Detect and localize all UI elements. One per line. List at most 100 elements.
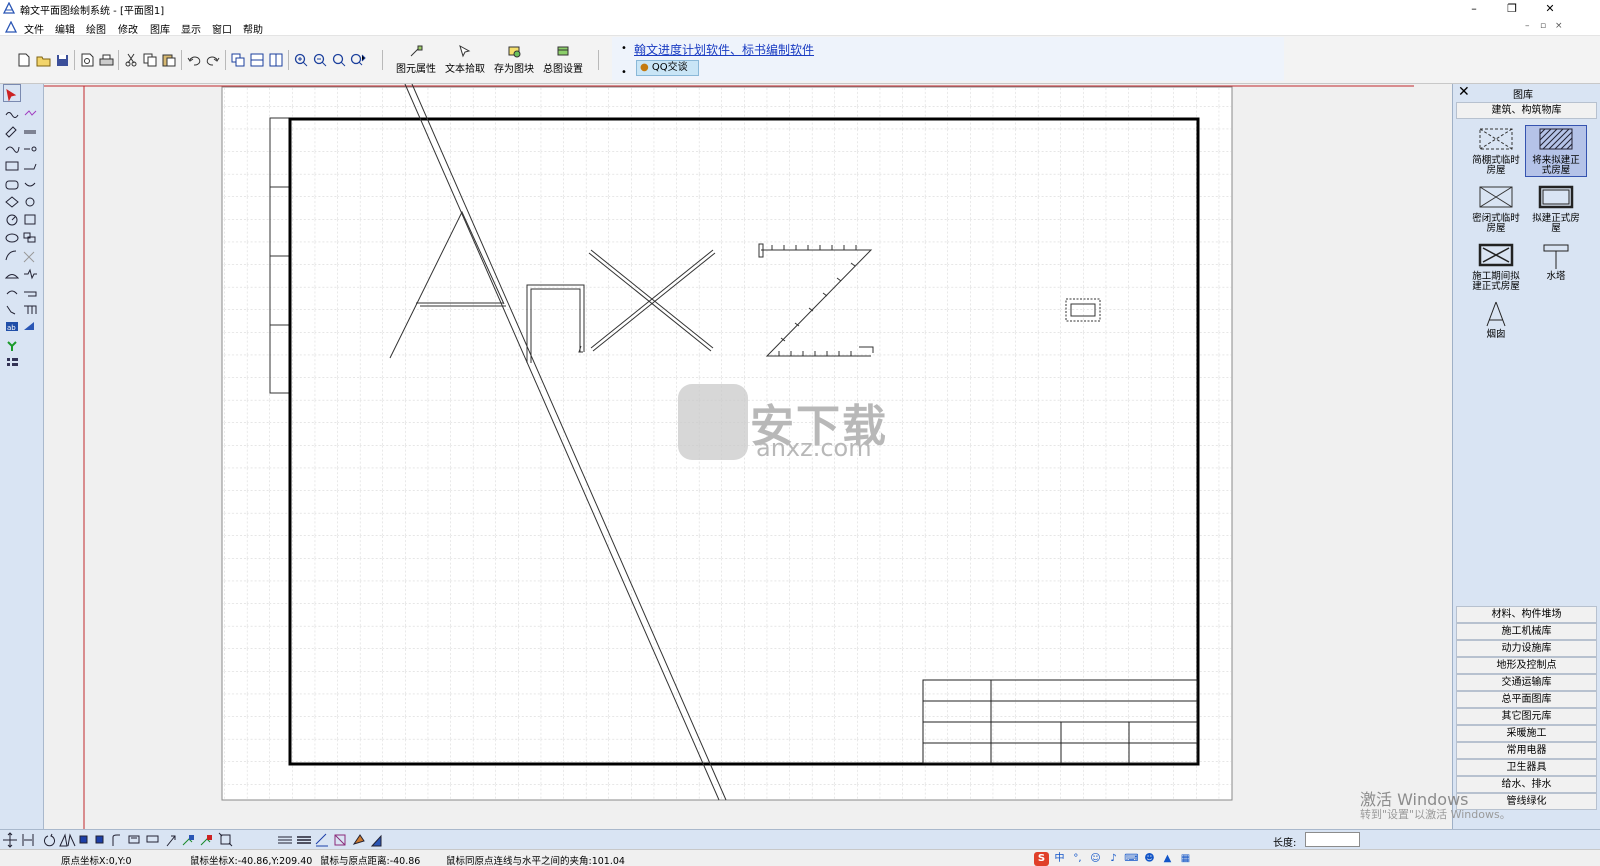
library-category-materials[interactable]: 材料、构件堆场 [1456, 606, 1597, 623]
product-link[interactable]: 翰文进度计划软件、标书编制软件 [634, 41, 814, 58]
zoom-out-icon[interactable] [312, 52, 328, 68]
menu-edit[interactable]: 编辑 [55, 21, 75, 36]
half-ellipse-tool[interactable] [4, 284, 20, 300]
move-tool[interactable] [3, 832, 19, 848]
library-item-temp-house[interactable]: 简棚式临时 房屋 [1466, 126, 1526, 176]
sector-tool[interactable] [4, 266, 20, 282]
menu-draw[interactable]: 绘图 [86, 21, 106, 36]
mdi-restore-button[interactable]: ▫ [1540, 21, 1546, 31]
arc-band-tool[interactable] [22, 176, 38, 192]
mdi-close-button[interactable]: × [1555, 21, 1563, 31]
freehand-tool[interactable] [22, 104, 38, 120]
drawing-canvas[interactable]: 安下载 anxz.com [44, 84, 1452, 829]
trim-tool[interactable] [217, 832, 233, 848]
print-icon[interactable] [98, 52, 114, 68]
library-category-heating[interactable]: 采暖施工 [1456, 725, 1597, 742]
save-icon[interactable] [54, 52, 70, 68]
microphone-icon[interactable]: ♪ [1106, 852, 1121, 866]
library-close-button[interactable]: ✕ [1458, 84, 1472, 100]
arrow-line-tool[interactable] [22, 158, 38, 174]
library-category-transport[interactable]: 交通运输库 [1456, 674, 1597, 691]
line-color-tool[interactable] [313, 832, 329, 848]
menu-view[interactable]: 显示 [181, 21, 201, 36]
text-tool[interactable] [4, 320, 20, 336]
menu-library[interactable]: 图库 [150, 21, 170, 36]
ellipse-tool[interactable] [4, 230, 20, 246]
minimize-button[interactable]: – [1455, 0, 1493, 18]
open-folder-icon[interactable] [35, 52, 51, 68]
library-category-buildings[interactable]: 建筑、构筑物库 [1456, 102, 1597, 119]
scale-tool[interactable] [76, 832, 92, 848]
library-category-other[interactable]: 其它图元库 [1456, 708, 1597, 725]
layer-list-icon[interactable] [4, 356, 20, 372]
break-tool[interactable] [144, 832, 160, 848]
select-tool[interactable] [3, 84, 21, 102]
spline-tool[interactable] [4, 302, 20, 318]
extend-tool[interactable] [164, 832, 180, 848]
library-category-water[interactable]: 给水、排水 [1456, 776, 1597, 793]
bring-front-tool[interactable] [180, 832, 196, 848]
undo-icon[interactable] [186, 52, 202, 68]
hatch-tool[interactable] [332, 832, 348, 848]
send-back-tool[interactable] [198, 832, 214, 848]
site-settings-button[interactable]: 总图设置 [539, 44, 587, 78]
line-width-tool[interactable] [295, 832, 311, 848]
rounded-rect-tool[interactable] [4, 176, 20, 192]
library-item-closed-temp-house[interactable]: 密闭式临时 房屋 [1466, 184, 1526, 234]
delete-tool[interactable] [22, 248, 38, 264]
rotate-tool[interactable] [40, 832, 56, 848]
curve-tool[interactable] [4, 140, 20, 156]
dimension-tool[interactable] [22, 284, 38, 300]
fill-tool[interactable] [22, 320, 38, 336]
library-category-terrain[interactable]: 地形及控制点 [1456, 657, 1597, 674]
new-file-icon[interactable] [16, 52, 32, 68]
double-line-tool[interactable] [22, 122, 38, 138]
diamond-tool[interactable] [4, 194, 20, 210]
stretch-tool[interactable] [20, 832, 36, 848]
chinese-mode-icon[interactable]: 中 [1052, 852, 1067, 866]
cascade-windows-icon[interactable] [230, 52, 246, 68]
wave-line-tool[interactable] [22, 266, 38, 282]
restore-button[interactable]: ❐ [1493, 0, 1531, 18]
radius-circle-tool[interactable] [4, 212, 20, 228]
arc-tool[interactable] [4, 248, 20, 264]
table-tool[interactable] [22, 302, 38, 318]
sogou-ime-icon[interactable]: S [1034, 851, 1049, 866]
cut-icon[interactable] [123, 52, 139, 68]
person-icon[interactable] [4, 338, 20, 354]
mdi-minimize-button[interactable]: – [1525, 21, 1530, 31]
text-pick-button[interactable]: 文本拾取 [441, 44, 489, 78]
fill-color-tool[interactable] [370, 832, 386, 848]
library-category-sanitary[interactable]: 卫生器具 [1456, 759, 1597, 776]
copy-icon[interactable] [142, 52, 158, 68]
tile-vertical-icon[interactable] [268, 52, 284, 68]
user-icon[interactable]: ☻ [1142, 852, 1157, 866]
block-tool[interactable] [22, 230, 38, 246]
library-item-construction-house[interactable]: 施工期间拟 建正式房屋 [1466, 242, 1526, 292]
paste-icon[interactable] [161, 52, 177, 68]
menu-help[interactable]: 帮助 [243, 21, 263, 36]
library-item-proposed-house[interactable]: 拟建正式房屋 [1526, 184, 1586, 234]
keyboard-icon[interactable]: ⌨ [1124, 852, 1139, 866]
emoji-icon[interactable]: ☺ [1088, 852, 1103, 866]
zoom-window-icon[interactable] [331, 52, 347, 68]
drawing-svg[interactable] [44, 84, 1452, 829]
library-category-electrical[interactable]: 常用电器 [1456, 742, 1597, 759]
pencil-tool[interactable] [4, 122, 20, 138]
punctuation-icon[interactable]: °, [1070, 852, 1085, 866]
library-item-chimney[interactable]: 烟囱 [1466, 300, 1526, 340]
mirror-tool[interactable] [58, 832, 74, 848]
library-category-machinery[interactable]: 施工机械库 [1456, 623, 1597, 640]
print-preview-icon[interactable] [79, 52, 95, 68]
library-category-site-plan[interactable]: 总平面图库 [1456, 691, 1597, 708]
circle-tool[interactable] [22, 194, 38, 210]
qq-chat-button[interactable]: ● QQ交谈 [636, 60, 699, 76]
menu-file[interactable]: 文件 [24, 21, 44, 36]
fillet-tool[interactable] [110, 832, 126, 848]
menu-window[interactable]: 窗口 [212, 21, 232, 36]
skin-icon[interactable]: ▲ [1160, 852, 1175, 866]
zoom-in-icon[interactable] [293, 52, 309, 68]
library-category-power[interactable]: 动力设施库 [1456, 640, 1597, 657]
line-type-tool[interactable] [276, 832, 292, 848]
close-button[interactable]: ✕ [1531, 0, 1569, 18]
